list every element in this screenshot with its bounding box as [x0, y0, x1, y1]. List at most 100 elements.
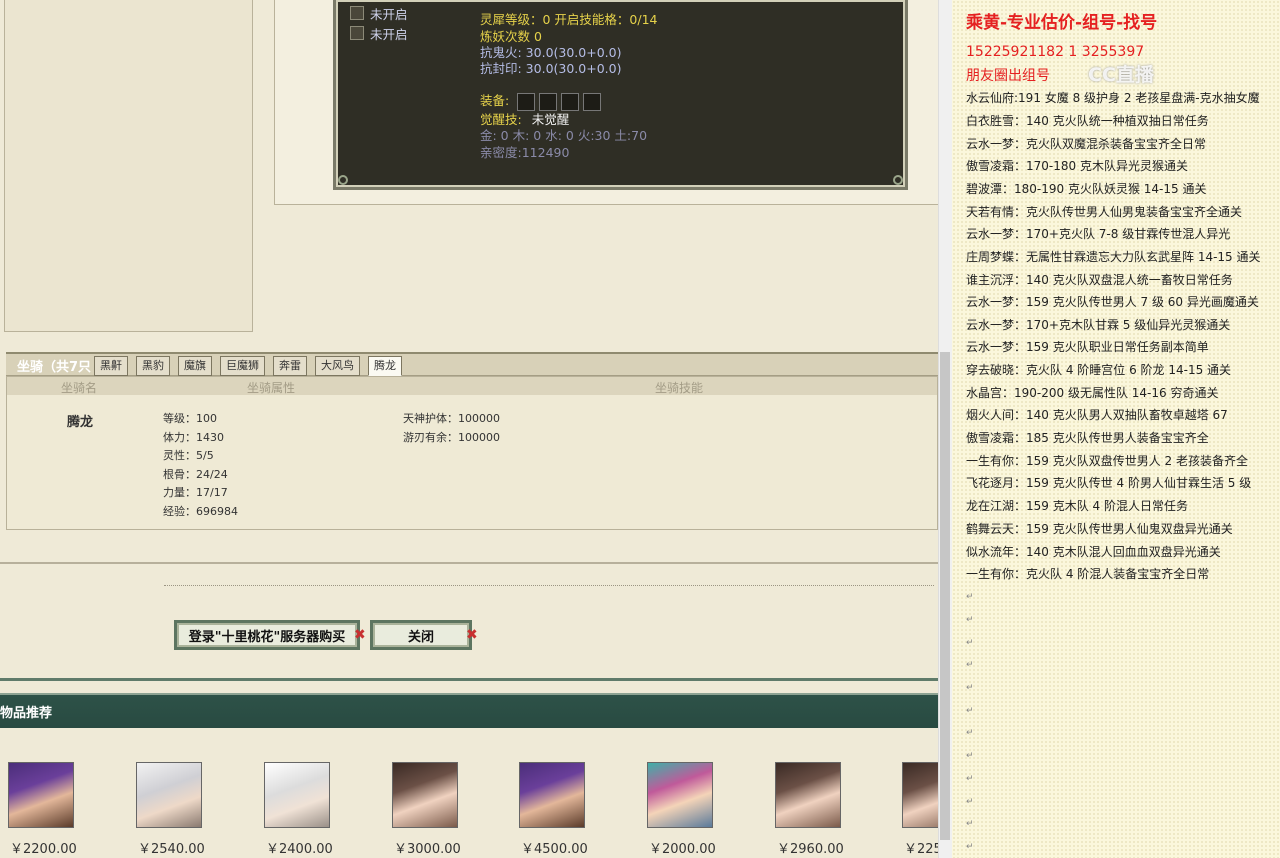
note-line: 一生有你：159 克火队双盘传世男人 2 老孩装备齐全 — [966, 454, 1248, 468]
pet-stats-panel: 未开启 未开启 灵犀等级：0 开启技能格：0/14 炼妖次数 0 抗鬼火: 30… — [333, 0, 908, 190]
tab-mount-4[interactable]: 巨魔狮 — [220, 356, 265, 376]
note-line: 谁主沉浮：140 克火队双盘混人统一畜牧日常任务 — [966, 273, 1233, 287]
tab-mount-7[interactable]: 腾龙 — [368, 356, 402, 376]
mount-skill: 游刃有余：100000 — [403, 429, 500, 445]
tab-mount-1[interactable]: 黑鼾 — [94, 356, 128, 376]
stream-watermark: CC直播 — [1088, 64, 1154, 86]
product-price: ￥2540.00 — [138, 842, 205, 857]
locked-slot-icon — [350, 26, 364, 40]
mount-attr-level: 等级：100 — [163, 412, 217, 425]
equipment-slots — [517, 92, 602, 111]
mount-attr-strength: 力量：17/17 — [163, 486, 228, 499]
equip-slot[interactable] — [561, 92, 580, 111]
character-portrait-icon[interactable] — [136, 762, 202, 828]
tab-mount-5[interactable]: 奔雷 — [273, 356, 307, 376]
mount-attr-stamina: 体力：1430 — [163, 431, 224, 444]
header-mount-attributes: 坐骑属性 — [247, 381, 296, 395]
product-price: ￥4500.00 — [521, 842, 588, 857]
note-line: 水晶宫：190-200 级无属性队 14-16 穷奇通关 — [966, 386, 1219, 400]
product-price: ￥2960.00 — [777, 842, 844, 857]
note-line: 云水一梦：159 克火队职业日常任务副本简单 — [966, 340, 1209, 354]
character-portrait-icon[interactable] — [8, 762, 74, 828]
cross-ornament-icon: ✖ — [466, 627, 478, 643]
note-line: 一生有你：克火队 4 阶混人装备宝宝齐全日常 — [966, 567, 1210, 581]
note-line: 云水一梦：170+克木队甘霖 5 级仙异光灵猴通关 — [966, 318, 1231, 332]
paragraph-mark-icon: ↵ — [966, 592, 974, 602]
mount-skill-value: 100000 — [458, 431, 500, 444]
equipment-label: 装备: — [480, 93, 510, 108]
tab-mount-3[interactable]: 魔旗 — [178, 356, 212, 376]
recommend-bar — [0, 693, 938, 728]
note-line: 飞花逐月：159 克火队传世 4 阶男人仙甘霖生活 5 级 — [966, 476, 1252, 490]
equip-slot[interactable] — [583, 92, 602, 111]
mount-table-header: 坐骑名 坐骑属性 坐骑技能 — [7, 377, 937, 395]
product-card[interactable] — [647, 762, 715, 828]
mount-skill-value: 100000 — [458, 412, 500, 425]
character-portrait-icon[interactable] — [902, 762, 938, 828]
mount-detail-table: 坐骑名 坐骑属性 坐骑技能 腾龙 等级：100 体力：1430 灵性：5/5 根… — [6, 376, 938, 530]
paragraph-mark-icon: ↵ — [966, 751, 974, 761]
skill-slot-label: 未开启 — [370, 6, 408, 22]
product-card[interactable] — [264, 762, 332, 828]
locked-slot-icon — [350, 6, 364, 20]
tab-mount-2[interactable]: 黑豹 — [136, 356, 170, 376]
equip-slot[interactable] — [517, 92, 536, 111]
mount-attr-experience: 经验：696984 — [163, 505, 238, 518]
skill-slot[interactable]: 未开启 — [350, 24, 408, 42]
skill-slot[interactable]: 未开启 — [350, 4, 408, 22]
listing-page: 未开启 未开启 灵犀等级：0 开启技能格：0/14 炼妖次数 0 抗鬼火: 30… — [0, 0, 938, 858]
header-mount-skills: 坐骑技能 — [655, 381, 704, 395]
recommend-title: 物品推荐 — [0, 706, 53, 721]
note-line: 傲雪凌霜：185 克火队传世男人装备宝宝齐全 — [966, 431, 1209, 445]
left-info-panel — [4, 0, 253, 332]
product-card[interactable] — [8, 762, 76, 828]
equipment-row: 装备: — [480, 90, 602, 111]
mount-attr-root: 根骨：24/24 — [163, 468, 228, 481]
mount-name: 腾龙 — [67, 415, 94, 430]
login-buy-button[interactable]: 登录"十里桃花"服务器购买 — [174, 620, 360, 650]
product-price: ￥2200.00 — [10, 842, 77, 857]
note-line: 龙在江湖：159 克木队 4 阶混人日常任务 — [966, 499, 1188, 513]
close-button[interactable]: 关闭 — [370, 620, 472, 650]
corner-ornament-icon — [338, 175, 348, 185]
paragraph-mark-icon: ↵ — [966, 638, 974, 648]
section-divider — [0, 562, 938, 564]
notes-header: 乘黄-专业估价-组号-找号 — [966, 13, 1158, 33]
product-price: ￥2400.00 — [266, 842, 333, 857]
note-line: 穿去破晓：克火队 4 阶睡宫位 6 阶龙 14-15 通关 — [966, 363, 1232, 377]
paragraph-mark-icon: ↵ — [966, 615, 974, 625]
paragraph-mark-icon: ↵ — [966, 660, 974, 670]
character-portrait-icon[interactable] — [392, 762, 458, 828]
skill-slot-label: 未开启 — [370, 26, 408, 42]
product-card[interactable] — [775, 762, 843, 828]
mount-skill-label: 天神护体： — [403, 412, 458, 425]
paragraph-mark-icon: ↵ — [966, 819, 974, 829]
character-portrait-icon[interactable] — [775, 762, 841, 828]
intimacy-value: 亲密度:112490 — [480, 145, 570, 160]
product-card[interactable] — [902, 762, 938, 828]
mount-skill-label: 游刃有余： — [403, 431, 458, 444]
note-line: 鹤舞云天：159 克火队传世男人仙鬼双盘异光通关 — [966, 522, 1233, 536]
product-price: ￥225 — [904, 842, 938, 857]
paragraph-mark-icon: ↵ — [966, 774, 974, 784]
paragraph-mark-icon: ↵ — [966, 706, 974, 716]
mount-section-title: 坐骑（共7只 — [17, 360, 92, 375]
scrollbar-thumb[interactable] — [940, 352, 950, 840]
character-portrait-icon[interactable] — [519, 762, 585, 828]
product-card[interactable] — [519, 762, 587, 828]
character-portrait-icon[interactable] — [647, 762, 713, 828]
equip-slot[interactable] — [539, 92, 558, 111]
note-line: 白衣胜雪：140 克火队统一种植双抽日常任务 — [966, 114, 1209, 128]
tab-mount-6[interactable]: 大风鸟 — [315, 356, 360, 376]
product-card[interactable] — [136, 762, 204, 828]
character-portrait-icon[interactable] — [264, 762, 330, 828]
product-card[interactable] — [392, 762, 460, 828]
dotted-divider — [164, 585, 934, 586]
mount-skill: 天神护体：100000 — [403, 410, 500, 426]
notes-subheader: 朋友圈出组号 — [966, 68, 1050, 84]
paragraph-mark-icon: ↵ — [966, 842, 974, 852]
paragraph-mark-icon: ↵ — [966, 683, 974, 693]
product-price: ￥2000.00 — [649, 842, 716, 857]
product-price: ￥3000.00 — [394, 842, 461, 857]
paragraph-mark-icon: ↵ — [966, 728, 974, 738]
